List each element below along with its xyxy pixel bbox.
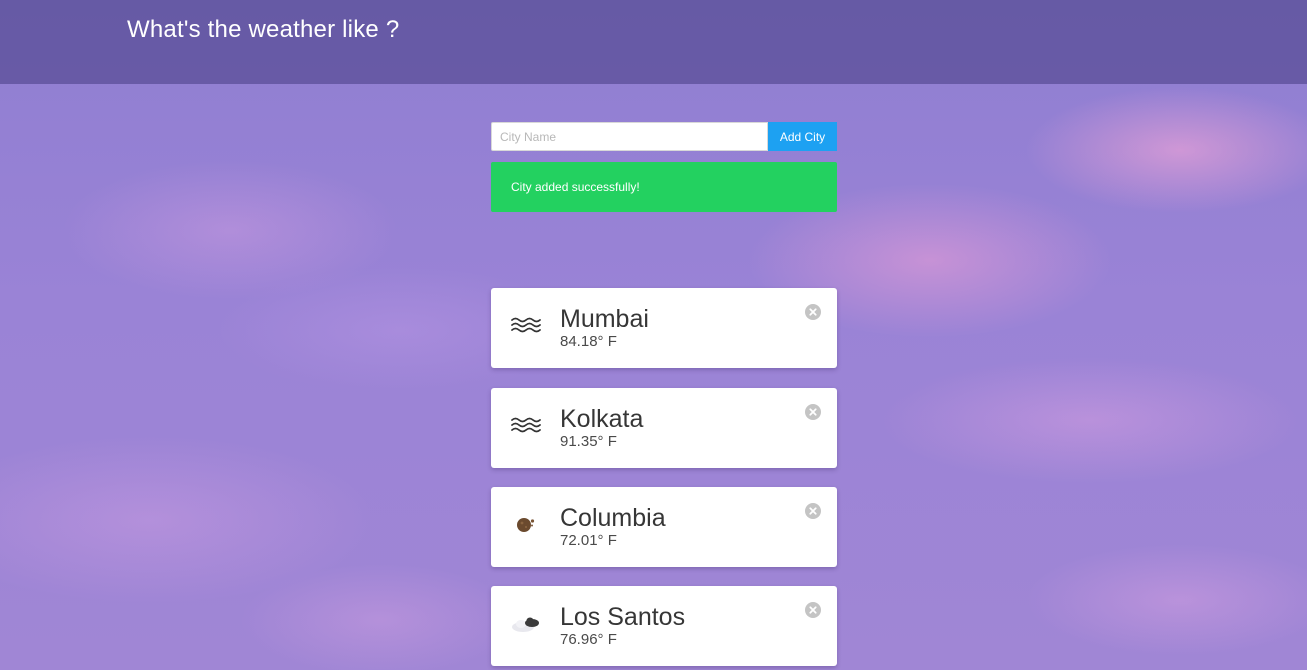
city-card-mumbai: Mumbai 84.18° F <box>491 288 837 368</box>
close-icon <box>809 408 817 416</box>
city-temperature: 91.35° F <box>560 433 617 450</box>
city-card-los-santos: Los Santos 76.96° F <box>491 586 837 666</box>
close-icon <box>809 606 817 614</box>
page-title: What's the weather like ? <box>127 16 400 43</box>
add-city-button[interactable]: Add City <box>768 122 837 151</box>
city-name: Mumbai <box>560 305 649 333</box>
delete-city-button[interactable] <box>805 602 821 618</box>
add-city-form: Add City <box>491 122 837 151</box>
city-name: Columbia <box>560 504 666 532</box>
haze-icon <box>510 311 542 339</box>
city-name: Kolkata <box>560 405 644 433</box>
success-notification: City added successfully! <box>491 162 837 212</box>
city-name: Los Santos <box>560 603 686 631</box>
city-card-columbia: Columbia 72.01° F <box>491 487 837 567</box>
city-card-kolkata: Kolkata 91.35° F <box>491 388 837 468</box>
city-temperature: 76.96° F <box>560 631 617 648</box>
moon-icon <box>510 510 542 538</box>
app-header: What's the weather like ? <box>0 0 1307 84</box>
notification-message: City added successfully! <box>511 180 640 194</box>
close-icon <box>809 308 817 316</box>
city-name-input[interactable] <box>491 122 768 151</box>
delete-city-button[interactable] <box>805 404 821 420</box>
city-temperature: 84.18° F <box>560 333 617 350</box>
haze-icon <box>510 411 542 439</box>
cloudy-night-icon <box>510 609 542 637</box>
delete-city-button[interactable] <box>805 503 821 519</box>
close-icon <box>809 507 817 515</box>
city-temperature: 72.01° F <box>560 532 617 549</box>
delete-city-button[interactable] <box>805 304 821 320</box>
